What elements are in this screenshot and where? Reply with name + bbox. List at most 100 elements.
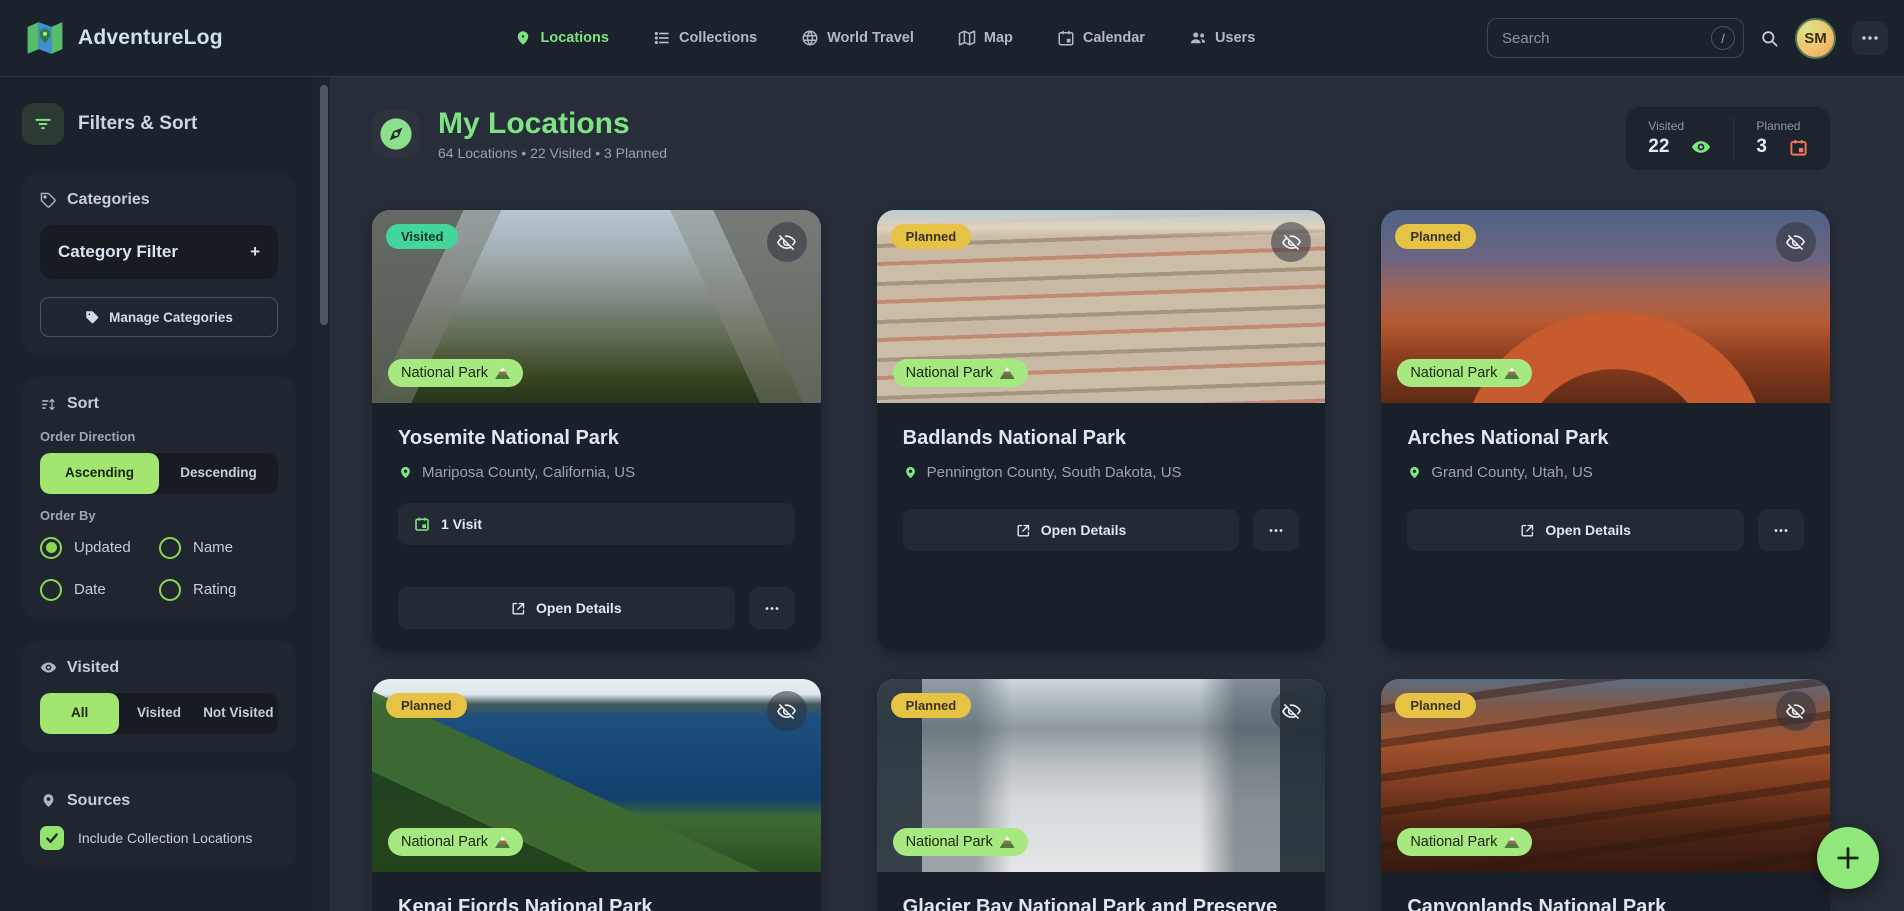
nav-label: Users bbox=[1215, 30, 1255, 46]
navbar-right-group: / SM bbox=[1487, 18, 1888, 59]
direction-ascending-button[interactable]: Ascending bbox=[40, 453, 159, 494]
visited-stat-value: 22 bbox=[1648, 136, 1669, 158]
calendar-icon bbox=[414, 516, 430, 532]
nav-item-calendar[interactable]: Calendar bbox=[1057, 29, 1145, 47]
include-collection-locations-checkbox[interactable]: Include Collection Locations bbox=[40, 826, 278, 850]
page-subtitle: 64 Locations • 22 Visited • 3 Planned bbox=[438, 145, 667, 161]
open-details-label: Open Details bbox=[1041, 522, 1127, 538]
location-card-kenai-fjords: Planned National Park Kenai Fjords Natio… bbox=[372, 679, 821, 911]
user-avatar[interactable]: SM bbox=[1795, 18, 1836, 59]
nav-item-locations[interactable]: Locations bbox=[514, 29, 608, 47]
add-location-fab[interactable] bbox=[1817, 827, 1879, 889]
location-photo: Planned National Park bbox=[877, 679, 1326, 872]
open-details-button[interactable]: Open Details bbox=[398, 587, 735, 629]
category-label: National Park bbox=[906, 834, 993, 850]
eye-icon bbox=[40, 659, 57, 676]
external-link-icon bbox=[511, 601, 526, 616]
hide-image-button[interactable] bbox=[1271, 691, 1311, 731]
pin-icon bbox=[903, 465, 918, 480]
open-details-button[interactable]: Open Details bbox=[1407, 509, 1744, 551]
status-badge: Planned bbox=[1395, 693, 1476, 718]
expand-plus-icon: + bbox=[250, 242, 260, 262]
open-details-button[interactable]: Open Details bbox=[903, 509, 1240, 551]
card-more-button[interactable] bbox=[1253, 509, 1299, 551]
planned-stat-value: 3 bbox=[1756, 136, 1767, 158]
radio-updated[interactable]: Updated bbox=[40, 537, 159, 559]
map-icon bbox=[958, 29, 976, 47]
visited-all-button[interactable]: All bbox=[40, 693, 119, 734]
external-link-icon bbox=[1016, 523, 1031, 538]
category-filter-collapse[interactable]: Category Filter + bbox=[40, 225, 278, 279]
location-title: Glacier Bay National Park and Preserve bbox=[903, 896, 1300, 911]
pin-icon bbox=[1407, 465, 1422, 480]
status-badge: Planned bbox=[891, 693, 972, 718]
visited-not-visited-button[interactable]: Not Visited bbox=[199, 693, 278, 734]
radio-name[interactable]: Name bbox=[159, 537, 278, 559]
nav-item-map[interactable]: Map bbox=[958, 29, 1013, 47]
location-region: Pennington County, South Dakota, US bbox=[903, 464, 1300, 481]
direction-descending-button[interactable]: Descending bbox=[159, 453, 278, 494]
mountain-icon bbox=[495, 367, 510, 379]
nav-item-collections[interactable]: Collections bbox=[653, 29, 757, 47]
sources-heading: Sources bbox=[40, 792, 278, 810]
manage-categories-button[interactable]: Manage Categories bbox=[40, 297, 278, 337]
radio-icon bbox=[159, 579, 181, 601]
nav-item-world-travel[interactable]: World Travel bbox=[801, 29, 914, 47]
card-more-button[interactable] bbox=[749, 587, 795, 629]
stats-panel: Visited 22 Planned 3 bbox=[1626, 107, 1830, 170]
region-label: Grand County, Utah, US bbox=[1431, 464, 1592, 481]
calendar-icon bbox=[1789, 138, 1808, 157]
search-input[interactable] bbox=[1502, 30, 1711, 47]
visited-visited-button[interactable]: Visited bbox=[119, 693, 198, 734]
app-brand[interactable]: AdventureLog bbox=[26, 19, 223, 57]
hide-image-button[interactable] bbox=[1776, 222, 1816, 262]
category-badge: National Park bbox=[1397, 828, 1532, 856]
visited-heading: Visited bbox=[40, 659, 278, 677]
mountain-icon bbox=[1504, 836, 1519, 848]
status-badge: Planned bbox=[891, 224, 972, 249]
compass-icon bbox=[379, 117, 413, 151]
hide-image-button[interactable] bbox=[1271, 222, 1311, 262]
hide-image-button[interactable] bbox=[1776, 691, 1816, 731]
category-badge: National Park bbox=[388, 359, 523, 387]
categories-heading: Categories bbox=[40, 191, 278, 209]
sources-section: Sources Include Collection Locations bbox=[22, 774, 296, 868]
radio-label: Name bbox=[193, 539, 233, 556]
visited-heading-label: Visited bbox=[67, 659, 119, 677]
navbar-more-button[interactable] bbox=[1852, 21, 1888, 55]
category-filter-label: Category Filter bbox=[58, 242, 178, 262]
search-icon bbox=[1760, 29, 1779, 48]
location-card-badlands: Planned National Park Badlands National … bbox=[877, 210, 1326, 651]
eye-icon bbox=[1691, 137, 1711, 157]
eye-off-icon bbox=[777, 233, 796, 252]
radio-rating[interactable]: Rating bbox=[159, 579, 278, 601]
category-label: National Park bbox=[1410, 834, 1497, 850]
open-details-label: Open Details bbox=[1545, 522, 1631, 538]
main-navigation: Locations Collections World Travel Map C… bbox=[454, 29, 1255, 47]
open-details-label: Open Details bbox=[536, 600, 622, 616]
nav-item-users[interactable]: Users bbox=[1189, 29, 1255, 47]
adventurelog-logo-icon bbox=[26, 19, 64, 57]
globe-icon bbox=[801, 29, 819, 47]
status-badge: Planned bbox=[1395, 224, 1476, 249]
order-by-options: Updated Name Date Rating bbox=[40, 537, 278, 601]
location-photo: Planned National Park bbox=[372, 679, 821, 872]
hide-image-button[interactable] bbox=[767, 691, 807, 731]
category-label: National Park bbox=[401, 834, 488, 850]
scrollbar-thumb[interactable] bbox=[320, 85, 328, 325]
search-button[interactable] bbox=[1760, 29, 1779, 48]
planned-stat-label: Planned bbox=[1756, 119, 1808, 133]
categories-section: Categories Category Filter + Manage Cate… bbox=[22, 173, 296, 355]
region-label: Mariposa County, California, US bbox=[422, 464, 635, 481]
categories-heading-label: Categories bbox=[67, 191, 150, 209]
location-region: Mariposa County, California, US bbox=[398, 464, 795, 481]
scrollbar-track[interactable] bbox=[318, 77, 330, 911]
tag-icon bbox=[40, 192, 57, 209]
sidebar-title: Filters & Sort bbox=[78, 113, 197, 135]
radio-date[interactable]: Date bbox=[40, 579, 159, 601]
category-badge: National Park bbox=[1397, 359, 1532, 387]
card-more-button[interactable] bbox=[1758, 509, 1804, 551]
nav-label: Map bbox=[984, 30, 1013, 46]
filters-sidebar: Filters & Sort Categories Category Filte… bbox=[0, 77, 318, 911]
hide-image-button[interactable] bbox=[767, 222, 807, 262]
